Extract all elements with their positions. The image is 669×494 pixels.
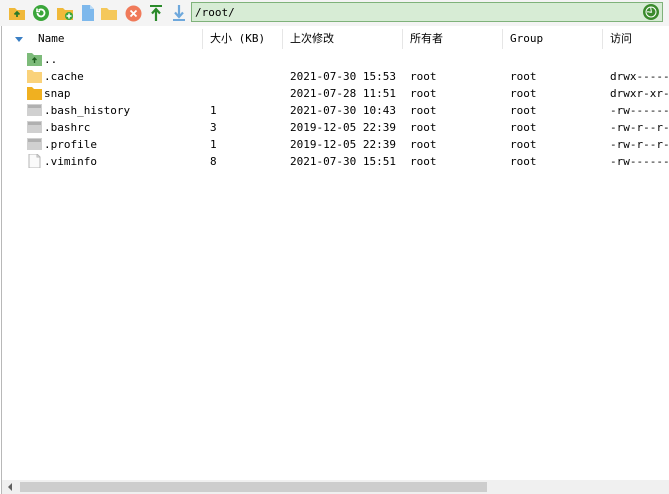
- column-divider: [402, 29, 403, 49]
- file-modified: 2021-07-30 10:43: [290, 104, 396, 117]
- file-group: root: [510, 138, 537, 151]
- file-name: .cache: [44, 70, 84, 83]
- file-row[interactable]: ..: [2, 51, 669, 68]
- file-name: .viminfo: [44, 155, 97, 168]
- column-divider: [602, 29, 603, 49]
- folder-icon: [27, 86, 42, 100]
- file-size: [210, 85, 280, 102]
- file-owner: root: [410, 104, 437, 117]
- column-modified[interactable]: 上次修改: [284, 27, 402, 51]
- file-group: root: [510, 70, 537, 83]
- file-size: 1: [210, 138, 217, 151]
- new-folder-icon[interactable]: [55, 3, 75, 23]
- scroll-left-icon[interactable]: [2, 480, 18, 494]
- new-file-icon[interactable]: [78, 3, 98, 23]
- file-access: -rw-r--r--: [610, 138, 669, 151]
- parent-folder-icon: [27, 52, 42, 66]
- file-name: .bash_history: [44, 104, 131, 117]
- file-size: [210, 68, 280, 85]
- file-modified: 2019-12-05 22:39: [290, 121, 396, 134]
- file-size: 1: [210, 104, 217, 117]
- file-icon: [27, 120, 42, 134]
- open-folder-icon[interactable]: [99, 3, 119, 23]
- column-size[interactable]: 大小 (KB): [204, 27, 282, 51]
- file-row[interactable]: snap 2021-07-28 11:51 root root drwxr-xr…: [2, 85, 669, 102]
- column-divider: [202, 29, 203, 49]
- file-name: snap: [44, 87, 71, 100]
- path-bar: [191, 2, 663, 22]
- sort-descending-icon: [15, 37, 23, 42]
- file-access: -rw-r--r--: [610, 121, 669, 134]
- file-size: 3: [210, 121, 217, 134]
- file-access: drwx------: [610, 70, 669, 83]
- refresh-icon[interactable]: [31, 3, 51, 23]
- file-owner: root: [410, 70, 437, 83]
- file-owner: root: [410, 121, 437, 134]
- file-row[interactable]: .profile 1 2019-12-05 22:39 root root -r…: [2, 136, 669, 153]
- file-name: ..: [44, 53, 58, 66]
- file-group: root: [510, 104, 537, 117]
- file-modified: 2019-12-05 22:39: [290, 138, 396, 151]
- file-access: -rw-------: [610, 155, 669, 168]
- file-group: root: [510, 155, 537, 168]
- go-icon[interactable]: [643, 4, 659, 20]
- file-name: .bashrc: [44, 121, 91, 134]
- file-size: 8: [210, 155, 217, 168]
- file-row[interactable]: .viminfo 8 2021-07-30 15:51 root root -r…: [2, 153, 669, 170]
- column-divider: [282, 29, 283, 49]
- file-group: root: [510, 121, 537, 134]
- file-modified: 2021-07-30 15:51: [290, 155, 396, 168]
- file-access: drwxr-xr-x: [610, 87, 669, 100]
- column-access[interactable]: 访问: [604, 27, 669, 51]
- horizontal-scrollbar[interactable]: [2, 480, 669, 494]
- toolbar: [0, 0, 669, 26]
- up-folder-icon[interactable]: [7, 3, 27, 23]
- file-name: .profile: [44, 138, 97, 151]
- column-divider: [502, 29, 503, 49]
- document-icon: [27, 153, 42, 169]
- folder-icon: [27, 69, 42, 83]
- column-header: Name 大小 (KB) 上次修改 所有者 Group 访问: [2, 27, 669, 51]
- file-modified: 2021-07-28 11:51: [290, 87, 396, 100]
- file-owner: root: [410, 138, 437, 151]
- file-icon: [27, 103, 42, 117]
- file-group: root: [510, 87, 537, 100]
- file-row[interactable]: .bash_history 1 2021-07-30 10:43 root ro…: [2, 102, 669, 119]
- column-name[interactable]: Name: [32, 27, 202, 51]
- file-modified: 2021-07-30 15:53: [290, 70, 396, 83]
- path-input[interactable]: [195, 4, 635, 20]
- file-row[interactable]: .bashrc 3 2019-12-05 22:39 root root -rw…: [2, 119, 669, 136]
- scrollbar-thumb[interactable]: [20, 482, 487, 492]
- column-owner[interactable]: 所有者: [404, 27, 502, 51]
- download-icon[interactable]: [169, 3, 189, 23]
- upload-icon[interactable]: [146, 3, 166, 23]
- file-row[interactable]: .cache 2021-07-30 15:53 root root drwx--…: [2, 68, 669, 85]
- delete-icon[interactable]: [123, 3, 143, 23]
- file-access: -rw-------: [610, 104, 669, 117]
- file-owner: root: [410, 87, 437, 100]
- column-group[interactable]: Group: [504, 27, 602, 51]
- file-owner: root: [410, 155, 437, 168]
- file-icon: [27, 137, 42, 151]
